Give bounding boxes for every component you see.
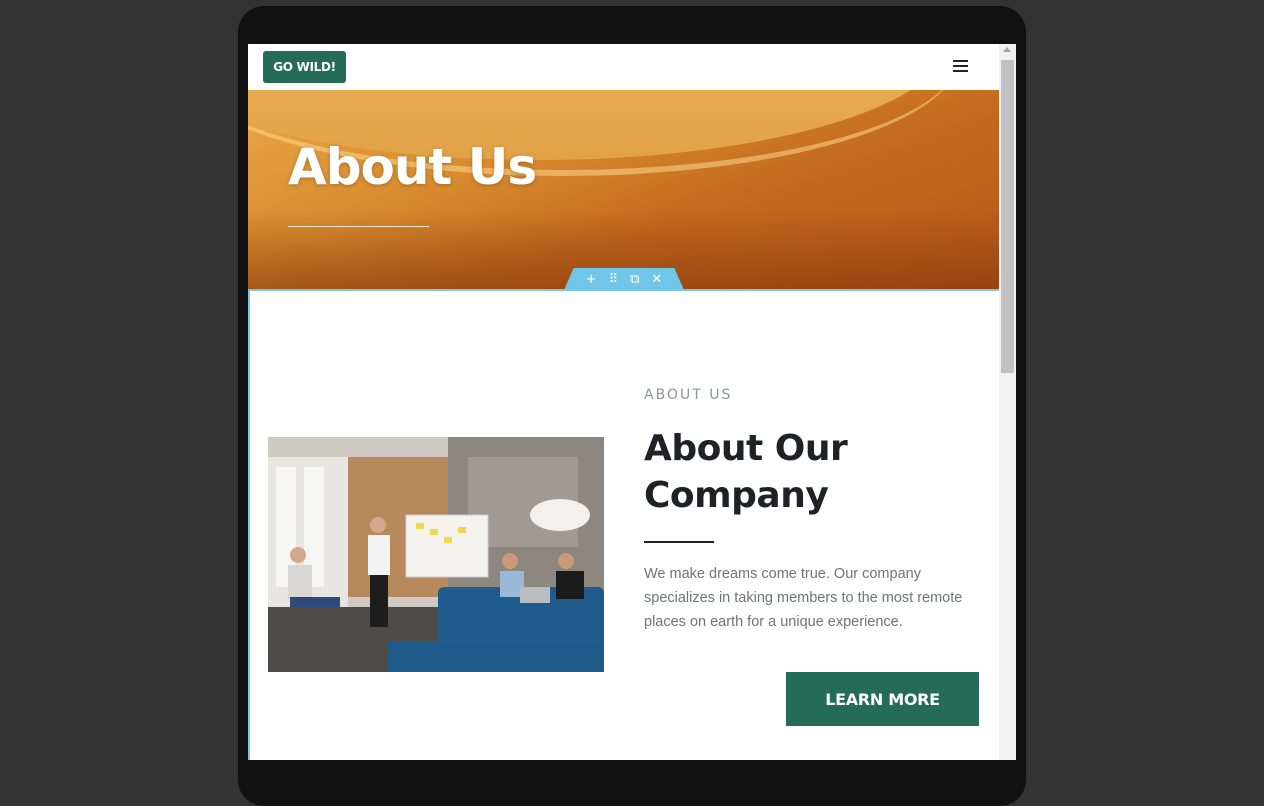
hero-title: About Us <box>288 138 537 196</box>
team-meeting-photo <box>268 437 604 672</box>
vertical-scrollbar[interactable] <box>999 44 1016 760</box>
section-body-text: We make dreams come true. Our company sp… <box>644 566 963 630</box>
scrollbar-thumb[interactable] <box>1001 60 1014 373</box>
hero-banner: About Us <box>248 90 999 289</box>
photo-illustration <box>268 437 604 672</box>
learn-more-button[interactable]: LEARN MORE <box>786 672 979 726</box>
hamburger-icon[interactable] <box>953 60 969 74</box>
heading-divider <box>644 541 714 543</box>
about-section: ABOUT US About Our Company We make dream… <box>248 289 1001 760</box>
close-icon[interactable]: ✕ <box>651 273 662 286</box>
add-icon[interactable]: + <box>586 273 597 286</box>
site-header: GO WILD! <box>248 44 999 90</box>
scroll-up-arrow-icon[interactable] <box>1003 47 1011 52</box>
section-heading: About Our Company <box>644 428 848 516</box>
drag-handle-icon[interactable]: ⠿ <box>609 273 619 286</box>
section-editor-toolbar: + ⠿ ⧉ ✕ <box>564 268 684 290</box>
section-eyebrow: ABOUT US <box>644 387 733 403</box>
browser-viewport: GO WILD! About Us + ⠿ ⧉ ✕ ABOUT US About… <box>248 44 1016 760</box>
duplicate-icon[interactable]: ⧉ <box>630 273 639 286</box>
hero-underline <box>288 226 429 227</box>
logo-button[interactable]: GO WILD! <box>263 51 346 83</box>
